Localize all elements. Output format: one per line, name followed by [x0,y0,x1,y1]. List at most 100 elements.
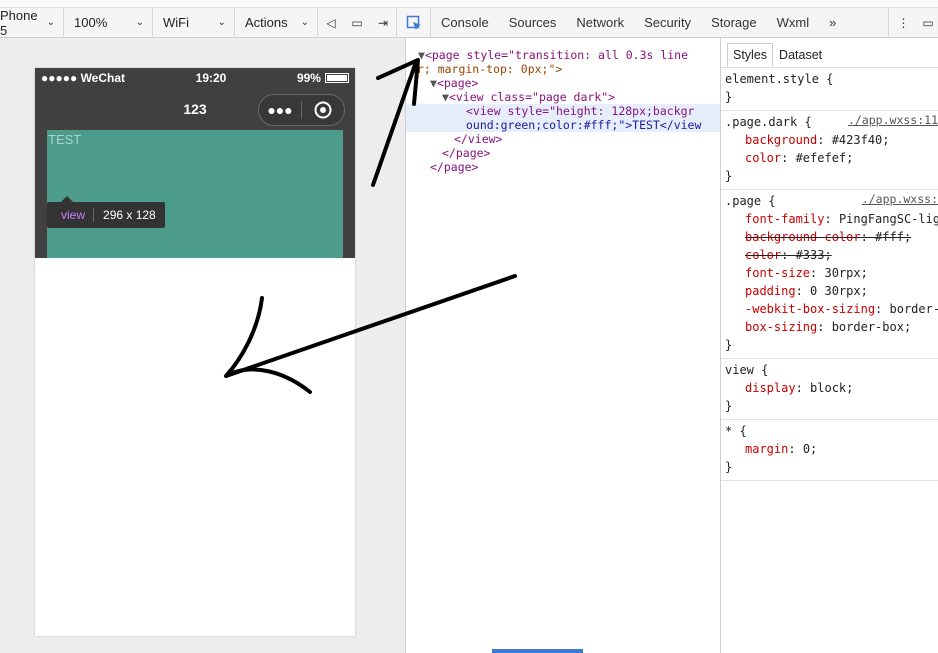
dom-line[interactable]: ▼<page> [430,76,478,90]
css-value: 0 30rpx; [810,284,868,298]
css-value: 0; [802,442,818,456]
more-dots-icon[interactable]: ●●● [259,102,301,118]
css-declaration[interactable]: padding: 0 30rpx; [725,282,938,300]
css-rule[interactable]: view { display: block;} [721,359,938,420]
more-tabs-button[interactable]: » [819,8,846,38]
css-rule-close: } [725,90,733,104]
css-value: border- [889,302,938,316]
css-rule[interactable]: .page {./app.wxss: font-family: PingFangS… [721,190,938,359]
styles-panel: Styles Dataset element.style {} .page.dar… [720,38,938,653]
css-value: border-box; [831,320,912,334]
css-declaration[interactable]: background: #423f40; [725,131,938,149]
dom-line-text: ound:green;color:#fff;">TEST</view [466,118,702,132]
capsule-menu: ●●● [258,94,345,126]
tab-console[interactable]: Console [431,8,499,38]
tab-dataset[interactable]: Dataset [773,43,828,67]
dom-line[interactable]: </page> [442,146,490,160]
css-rule-close: } [725,460,733,474]
device-select[interactable]: Phone 5 ⌄ [0,7,64,38]
css-declaration[interactable]: box-sizing: border-box; [725,318,938,336]
css-declaration[interactable]: -webkit-box-sizing: border- [725,300,938,318]
toolbar: Phone 5 ⌄ 100% ⌄ WiFi ⌄ Actions ⌄ ◁ ▭ ⇥ … [0,7,938,38]
css-property: color [745,248,782,262]
dom-line-text: ar; margin-top: 0px;"> [410,62,563,76]
css-selector: * { [725,424,747,438]
dom-line[interactable]: ▼<view class="page dark"> [442,90,615,104]
battery-group: 99% [297,71,349,85]
caret-down-icon[interactable]: ▼ [418,48,425,62]
css-property: font-size [745,266,811,280]
caret-down-icon[interactable]: ▼ [442,90,449,104]
css-property: background [745,133,818,147]
css-rule[interactable]: * { margin: 0;} [721,420,938,481]
css-rule[interactable]: .page.dark {./app.wxss:11 background: #42… [721,111,938,190]
dom-line-text: </page> [442,146,491,160]
css-value: 30rpx; [824,266,868,280]
css-declaration[interactable]: display: block; [725,379,938,397]
window-icon[interactable]: ▭ [344,8,370,38]
css-declaration[interactable]: color: #333; [725,246,938,264]
battery-label: 99% [296,71,321,85]
css-declaration[interactable]: color: #efefef; [725,149,938,167]
css-declaration[interactable]: font-family: PingFangSC-lig [725,210,938,228]
time-label: 19:20 [195,71,227,85]
actions-select[interactable]: Actions ⌄ [235,7,318,38]
devtools-tabs: Console Sources Network Security Storage… [431,8,888,38]
dom-line[interactable]: ar; margin-top: 0px;"> [410,62,562,76]
speaker-icon[interactable]: ◁ [318,8,344,38]
dom-line[interactable]: ▼<page style="transition: all 0.3s line [418,48,688,62]
tab-storage[interactable]: Storage [701,8,767,38]
scroll-indicator [492,649,583,653]
css-property: box-sizing [745,320,818,334]
dom-line-text: </page> [430,160,479,174]
chevron-down-icon: ⌄ [300,17,309,28]
battery-icon [324,73,349,83]
tab-wxml[interactable]: Wxml [767,8,820,38]
css-rule-close: } [725,399,733,413]
device-label: Phone 5 [0,7,38,38]
css-source-link[interactable]: ./app.wxss: [862,192,938,206]
page-dark-container: TEST [35,130,355,258]
elements-panel: ▼<page style="transition: all 0.3s line … [405,38,720,653]
css-property: color [745,151,782,165]
css-declaration[interactable]: margin: 0; [725,440,938,458]
css-source-link[interactable]: ./app.wxss:11 [848,113,938,127]
inspect-cursor-icon [406,15,421,30]
zoom-label: 100% [74,15,108,30]
tooltip-dimensions: 296 x 128 [103,208,156,222]
dom-line-text: <view style="height: 128px;backgr [466,104,695,118]
dom-line[interactable]: </view> [454,132,502,146]
css-rules: element.style {} .page.dark {./app.wxss:1… [721,68,938,481]
close-target-icon[interactable] [302,101,344,119]
css-property: background-color [745,230,861,244]
dock-icon[interactable]: ⇥ [370,8,396,38]
caret-down-icon[interactable]: ▼ [430,76,437,90]
css-value: #333; [795,248,832,262]
css-declaration[interactable]: font-size: 30rpx; [725,264,938,282]
dom-line[interactable]: ound:green;color:#fff;">TEST</view [466,118,701,132]
css-property: -webkit-box-sizing [745,302,876,316]
kebab-menu-icon[interactable]: ⋮ [888,7,918,38]
tab-network[interactable]: Network [566,8,634,38]
css-rule[interactable]: element.style {} [721,68,938,111]
window-icon[interactable]: ▭ [918,8,938,38]
nav-title: 123 [183,101,207,117]
zoom-select[interactable]: 100% ⌄ [64,7,153,38]
tab-security[interactable]: Security [634,8,701,38]
dom-line[interactable]: </page> [430,160,478,174]
green-view[interactable]: TEST [47,130,343,258]
css-property: padding [745,284,796,298]
toolbar-icons: ◁ ▭ ⇥ [318,7,397,38]
css-selector: view { [725,363,769,377]
tab-sources[interactable]: Sources [499,8,567,38]
network-select[interactable]: WiFi ⌄ [153,7,235,38]
css-property: display [745,381,796,395]
tab-styles[interactable]: Styles [727,43,774,67]
chevron-down-icon: ⌄ [46,17,55,28]
inspect-element-button[interactable] [397,7,431,38]
css-declaration[interactable]: background-color: #fff; [725,228,938,246]
dom-line[interactable]: <view style="height: 128px;backgr [466,104,694,118]
css-rule-close: } [725,169,733,183]
dom-line-text: </view> [454,132,503,146]
network-label: WiFi [163,15,189,30]
